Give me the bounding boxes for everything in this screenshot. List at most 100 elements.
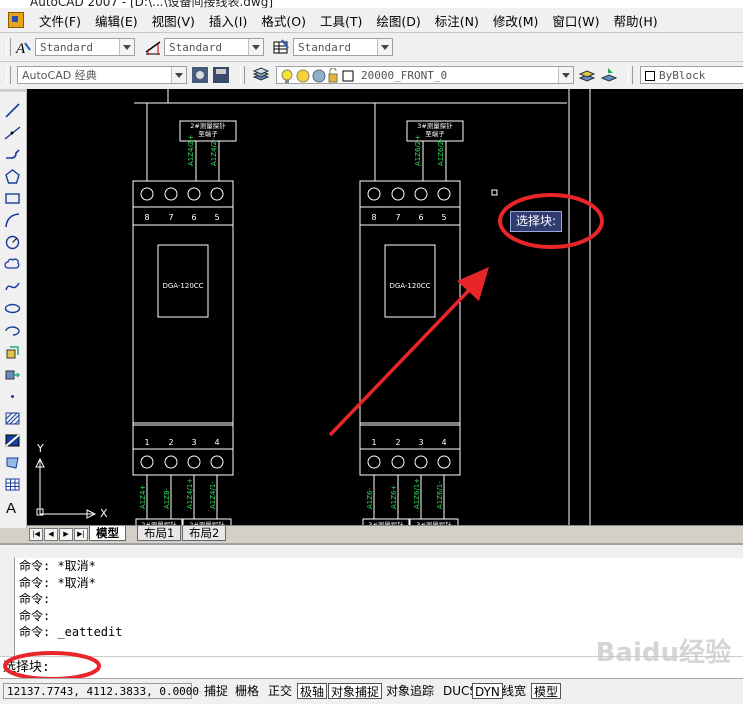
rectangle-tool-icon[interactable]: [4, 190, 21, 207]
layer-previous-icon[interactable]: [600, 66, 618, 84]
construction-line-icon[interactable]: [4, 124, 21, 141]
terminal-label: A1Z4/Z-: [210, 137, 218, 166]
terminal-label: A1Z6/Z-: [437, 137, 445, 166]
circle-tool-icon[interactable]: [4, 234, 21, 251]
drawing-svg: A1Z4/Z+ A1Z4/Z- 8 7 6 5 DGA-120CC 1 2 3 …: [35, 89, 604, 525]
menu-help[interactable]: 帮助(H): [607, 11, 665, 30]
terminal-number: 8: [371, 213, 376, 222]
lineweight-toggle[interactable]: 线宽: [500, 683, 528, 699]
menu-tools[interactable]: 工具(T): [313, 11, 369, 30]
color-select[interactable]: ByBlock: [640, 66, 743, 84]
menu-edit[interactable]: 编辑(E): [88, 11, 145, 30]
terminal-number: 4: [441, 438, 446, 447]
point-tool-icon[interactable]: [4, 388, 21, 405]
gradient-tool-icon[interactable]: [4, 432, 21, 449]
dimension-style-icon[interactable]: [144, 38, 162, 56]
terminal-block-right: A1Z6/Z+ A1Z6/Z- 8 7 6 5 DGA-120CC 1 2 3 …: [359, 120, 464, 525]
terminal-number: 3: [191, 438, 196, 447]
line-tool-icon[interactable]: [4, 102, 21, 119]
terminal-number: 6: [191, 213, 196, 222]
command-history-line: 命令:: [19, 608, 51, 623]
make-object-layer-current-icon[interactable]: [578, 66, 596, 84]
tab-model[interactable]: 模型: [89, 526, 126, 541]
ucs-x-label: X: [100, 507, 108, 520]
command-history-line: 命令:: [19, 592, 51, 606]
menu-modify[interactable]: 修改(M): [486, 11, 546, 30]
save-workspace-icon[interactable]: [212, 66, 230, 84]
tag-label: 至端子: [425, 129, 445, 138]
osnap-toggle[interactable]: 对象捕捉: [328, 683, 383, 699]
otrack-toggle[interactable]: 对象追踪: [384, 683, 436, 699]
table-style-select[interactable]: Standard: [293, 38, 393, 56]
text-style-select[interactable]: Standard: [35, 38, 135, 56]
workspace-settings-icon[interactable]: [191, 66, 209, 84]
terminal-number: 2: [395, 438, 400, 447]
terminal-label: A1Z4/1+: [186, 478, 194, 509]
workspace-select[interactable]: AutoCAD 经典: [17, 66, 187, 84]
last-tab-button[interactable]: ▶|: [74, 528, 88, 541]
terminal-label: A1Z4+: [139, 485, 147, 509]
snap-toggle[interactable]: 捕捉: [202, 683, 230, 699]
menu-draw[interactable]: 绘图(D): [369, 11, 427, 30]
hatch-tool-icon[interactable]: [4, 410, 21, 427]
prev-tab-button[interactable]: ◀: [44, 528, 58, 541]
terminal-number: 4: [214, 438, 219, 447]
toolbar-grip[interactable]: [240, 66, 245, 84]
make-block-icon[interactable]: [4, 366, 21, 383]
table-style-icon[interactable]: [272, 38, 290, 56]
menu-format[interactable]: 格式(O): [254, 11, 313, 30]
terminal-label: A1Z6/Z+: [414, 134, 422, 166]
cursor-coordinates: 12137.7743, 4112.3833, 0.0000: [3, 683, 199, 699]
terminal-number: 5: [441, 213, 446, 222]
menu-window[interactable]: 窗口(W): [545, 11, 606, 30]
tab-layout2[interactable]: 布局2: [182, 526, 227, 541]
next-tab-button[interactable]: ▶: [59, 528, 73, 541]
insert-block-icon[interactable]: [4, 344, 21, 361]
color-value: ByBlock: [659, 69, 706, 82]
spline-tool-icon[interactable]: [4, 278, 21, 295]
multiline-text-icon[interactable]: A: [4, 498, 21, 515]
menu-bar: 文件(F) 编辑(E) 视图(V) 插入(I) 格式(O) 工具(T) 绘图(D…: [0, 8, 743, 33]
terminal-label: A1Z6/1+: [413, 478, 421, 509]
layer-manager-icon[interactable]: [252, 66, 270, 84]
terminal-label: A1Z4/Z+: [187, 134, 195, 166]
polyline-tool-icon[interactable]: [4, 146, 21, 163]
module-model: DGA-120CC: [389, 282, 430, 290]
region-tool-icon[interactable]: [4, 454, 21, 471]
polygon-tool-icon[interactable]: [4, 168, 21, 185]
window-title: AutoCAD 2007 - [D:\...\设备间接线表.dwg]: [30, 0, 274, 8]
autocad-app-icon[interactable]: [8, 12, 24, 28]
chevron-down-icon: [248, 39, 263, 55]
menu-view[interactable]: 视图(V): [145, 11, 202, 30]
terminal-label: A1Z6+: [390, 485, 398, 509]
dyn-toggle[interactable]: DYN: [472, 683, 503, 699]
toolbar-grip[interactable]: [6, 38, 11, 56]
text-style-icon[interactable]: A: [14, 38, 32, 56]
first-tab-button[interactable]: |◀: [29, 528, 43, 541]
table-tool-icon[interactable]: [4, 476, 21, 493]
dynamic-input-tooltip: 选择块:: [510, 211, 563, 232]
layer-select[interactable]: 20000_FRONT_0: [276, 66, 574, 84]
ortho-toggle[interactable]: 正交: [266, 683, 294, 699]
menu-insert[interactable]: 插入(I): [202, 11, 254, 30]
command-history-line: 命令: *取消*: [19, 575, 96, 590]
toolbar-grip[interactable]: [6, 66, 11, 84]
menu-file[interactable]: 文件(F): [32, 11, 88, 30]
drawing-canvas[interactable]: A1Z4/Z+ A1Z4/Z- 8 7 6 5 DGA-120CC 1 2 3 …: [27, 89, 743, 525]
terminal-label: A1Z4/1-: [209, 481, 217, 509]
menu-dimension[interactable]: 标注(N): [428, 11, 486, 30]
arc-tool-icon[interactable]: [4, 212, 21, 229]
polar-toggle[interactable]: 极轴: [297, 683, 328, 699]
dimension-style-select[interactable]: Standard: [164, 38, 264, 56]
revision-cloud-icon[interactable]: [4, 256, 21, 273]
grid-toggle[interactable]: 栅格: [233, 683, 261, 699]
ellipse-arc-tool-icon[interactable]: [4, 322, 21, 339]
terminal-label: A1Z6/1-: [436, 481, 444, 509]
ellipse-tool-icon[interactable]: [4, 300, 21, 317]
terminal-number: 7: [395, 213, 400, 222]
tag-label: 2#测量探针: [190, 121, 226, 130]
pickbox-cursor: [491, 189, 498, 196]
tab-layout1[interactable]: 布局1: [137, 526, 182, 541]
toolbar-grip[interactable]: [628, 66, 633, 84]
model-toggle[interactable]: 模型: [531, 683, 562, 699]
